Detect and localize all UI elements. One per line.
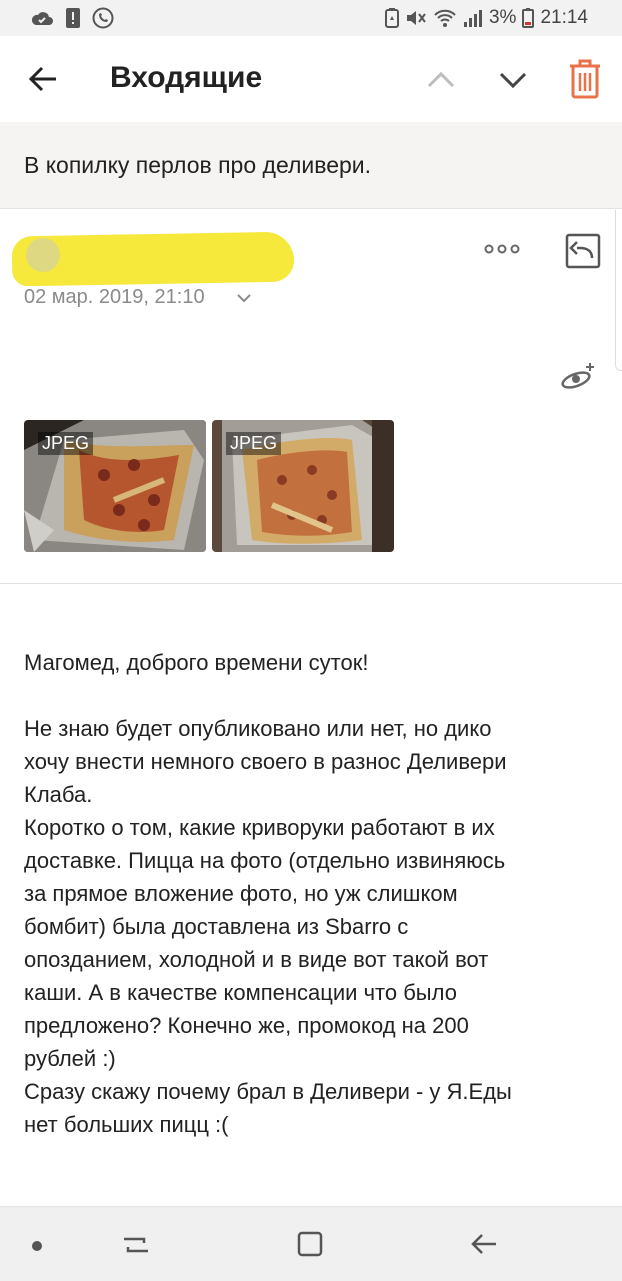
divider [0, 583, 622, 584]
subject-bar: В копилку перлов про деливери. [0, 122, 622, 209]
body-line: каши. А в качестве компенсации что было [24, 980, 457, 1005]
alert-icon [66, 8, 80, 28]
add-contact-icon[interactable] [560, 360, 596, 390]
wifi-icon [434, 9, 456, 27]
signal-icon [463, 10, 482, 27]
attachment-thumbnail[interactable]: JPEG [24, 420, 206, 552]
body-line: доставке. Пицца на фото (отдельно извиня… [24, 848, 506, 873]
system-nav-bar [0, 1206, 622, 1281]
status-right: 3% 21:14 [384, 7, 588, 29]
mute-icon [406, 11, 426, 25]
toolbar: Входящие [0, 36, 622, 123]
body-line: предложено? Конечно же, промокод на 200 [24, 1013, 469, 1038]
body-line: нет больших пицц :( [24, 1112, 229, 1137]
body-line: за прямое вложение фото, но уж слишком [24, 881, 458, 906]
body-greeting: Магомед, доброго времени суток! [24, 650, 369, 675]
body-line: Коротко о том, какие криворуки работают … [24, 815, 495, 840]
recent-apps-icon[interactable] [120, 1231, 152, 1259]
body-line: рублей :) [24, 1046, 116, 1071]
attachment-type-badge: JPEG [226, 432, 282, 455]
body-line: Клаба. [24, 782, 93, 807]
chevron-up-icon[interactable] [424, 64, 458, 94]
attachment-thumbnail[interactable]: JPEG [212, 420, 394, 552]
nav-dot-icon[interactable] [32, 1241, 42, 1251]
message-body: Магомед, доброго времени суток! Не знаю … [24, 646, 594, 1141]
body-line: опозданием, холодной и в виде вот такой … [24, 947, 489, 972]
call-forward-icon [92, 7, 114, 29]
reply-all-icon[interactable] [564, 232, 602, 270]
body-line: бомбит) была доставлена из Sbarro с [24, 914, 409, 939]
battery-saver-icon [384, 8, 399, 28]
status-left-icons [30, 7, 114, 29]
battery-low-icon [522, 8, 535, 28]
avatar[interactable] [26, 238, 60, 272]
attachment-type-badge: JPEG [38, 432, 94, 455]
trash-icon[interactable] [566, 58, 604, 100]
message-date[interactable]: 02 мар. 2019, 21:10 [24, 286, 205, 309]
body-line: хочу внести немного своего в разнос Дели… [24, 749, 507, 774]
body-line: Сразу скажу почему брал в Деливери - у Я… [24, 1079, 512, 1104]
body-line: Не знаю будет опубликовано или нет, но д… [24, 716, 492, 741]
chevron-down-icon[interactable] [496, 64, 530, 94]
battery-percent: 3% [488, 7, 517, 28]
home-icon[interactable] [294, 1229, 326, 1259]
scroll-indicator[interactable] [615, 210, 622, 371]
chevron-down-icon[interactable] [236, 292, 252, 304]
cloud-icon [31, 12, 53, 25]
clock: 21:14 [540, 7, 588, 28]
more-options-icon[interactable] [484, 242, 520, 256]
folder-title: Входящие [110, 61, 263, 94]
status-bar: 3% 21:14 [0, 0, 622, 36]
back-arrow-icon[interactable] [26, 62, 60, 96]
message-subject: В копилку перлов про деливери. [24, 152, 372, 178]
back-icon[interactable] [468, 1229, 500, 1259]
